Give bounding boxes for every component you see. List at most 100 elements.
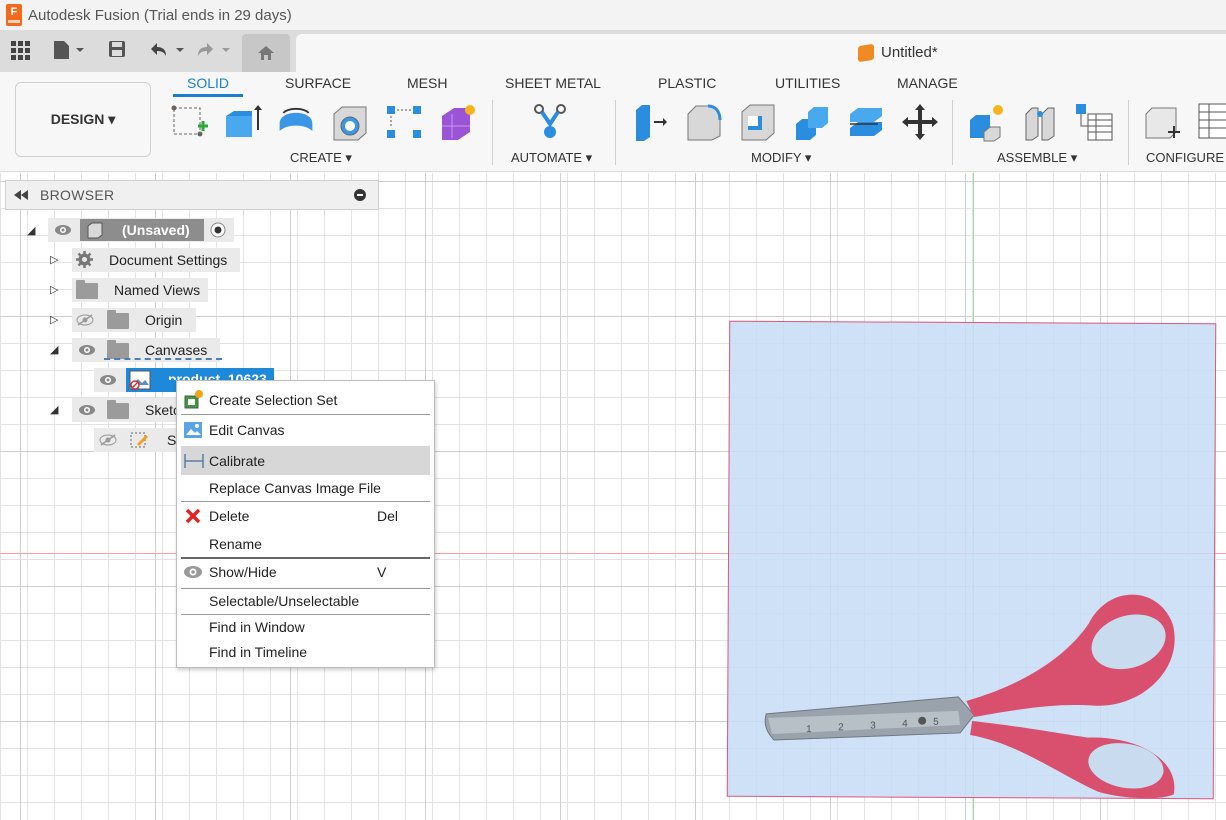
ribbon-separator [615, 100, 616, 165]
edit-canvas-icon [184, 422, 202, 438]
scissors-image: 1 2 3 4 5 [764, 594, 1175, 799]
joint-icon[interactable] [1020, 102, 1060, 142]
activate-radio-icon[interactable] [210, 222, 226, 238]
menu-item-edit-canvas[interactable]: Edit Canvas [181, 417, 430, 443]
tab-surface[interactable]: SURFACE [285, 75, 351, 91]
visibility-eye-icon[interactable] [78, 344, 96, 356]
save-icon[interactable] [108, 40, 126, 62]
menu-item-create-selection-set[interactable]: Create Selection Set [181, 387, 430, 413]
group-create-label[interactable]: CREATE ▾ [290, 150, 352, 166]
redo-icon[interactable] [196, 40, 234, 62]
delete-shortcut: Del [377, 508, 399, 524]
fillet-icon[interactable] [684, 102, 724, 142]
menu-item-calibrate[interactable]: Calibrate [181, 446, 430, 475]
menu-item-delete[interactable]: Delete Del [181, 503, 430, 529]
expand-root-icon[interactable]: ◢ [27, 224, 35, 237]
collapse-sketches-icon[interactable]: ◢ [50, 403, 58, 416]
file-menu-icon[interactable] [52, 40, 86, 62]
pattern-icon[interactable] [384, 102, 424, 142]
revolve-icon[interactable] [276, 102, 316, 142]
tree-label-named-views: Named Views [114, 282, 201, 298]
folder-icon [107, 340, 129, 359]
undo-icon[interactable] [148, 40, 186, 62]
configure-icon[interactable] [1142, 102, 1182, 142]
group-modify-label[interactable]: MODIFY ▾ [751, 150, 811, 166]
ruler-tick-1: 1 [806, 724, 812, 735]
collapse-browser-icon[interactable] [14, 190, 28, 200]
quick-access-toolbar: Untitled* [0, 30, 1226, 72]
group-automate-label[interactable]: AUTOMATE ▾ [511, 150, 592, 166]
apps-grid-icon[interactable] [10, 40, 30, 62]
ruler-tick-4: 4 [902, 719, 908, 730]
visibility-hidden-eye-icon[interactable] [99, 434, 117, 446]
window-title: Autodesk Fusion (Trial ends in 29 days) [28, 6, 292, 24]
tab-sheet-metal[interactable]: SHEET METAL [505, 75, 601, 91]
ruler-tick-5: 5 [933, 717, 939, 728]
menu-item-rename[interactable]: Rename [181, 531, 430, 557]
gear-icon [76, 251, 93, 268]
visibility-eye-icon[interactable] [54, 224, 72, 236]
workspace-switcher-button[interactable]: DESIGN ▾ [15, 82, 151, 157]
minimize-browser-icon[interactable] [354, 189, 366, 201]
press-pull-icon[interactable] [630, 102, 670, 142]
canvas-image-icon [129, 370, 151, 390]
visibility-hidden-eye-icon[interactable] [76, 314, 94, 326]
calibrate-ruler-icon [184, 453, 204, 468]
delete-x-icon [185, 508, 201, 524]
group-configure-label[interactable]: CONFIGURE [1146, 150, 1224, 165]
folder-icon [107, 310, 129, 329]
configuration-table-icon[interactable] [1196, 102, 1226, 142]
tab-mesh[interactable]: MESH [407, 75, 447, 91]
menu-item-find-in-timeline[interactable]: Find in Timeline [181, 639, 430, 665]
active-tab-indicator [173, 94, 243, 97]
ruler-tick-2: 2 [838, 722, 844, 733]
tree-label-origin: Origin [145, 312, 183, 328]
menu-item-show-hide[interactable]: Show/Hide V [181, 559, 430, 585]
extrude-icon[interactable] [222, 102, 262, 142]
tree-label-sketch-item: S [167, 432, 177, 448]
document-title: Untitled* [881, 44, 938, 61]
tab-utilities[interactable]: UTILITIES [775, 75, 840, 91]
form-icon[interactable] [438, 102, 478, 142]
show-hide-shortcut: V [377, 564, 387, 580]
visibility-eye-icon[interactable] [78, 404, 96, 416]
visibility-eye-icon [184, 566, 202, 578]
combine-icon[interactable] [792, 102, 832, 142]
expand-document-settings-icon[interactable]: ▷ [50, 253, 58, 266]
ribbon: DESIGN ▾ SOLID SURFACE MESH SHEET METAL … [0, 72, 1226, 172]
ruler-tick-3: 3 [870, 720, 876, 731]
bill-of-materials-icon[interactable] [1074, 102, 1114, 142]
ribbon-separator [1128, 100, 1129, 165]
menu-item-selectable-unselectable[interactable]: Selectable/Unselectable [181, 588, 430, 614]
menu-item-find-in-window[interactable]: Find in Window [181, 614, 430, 640]
collapse-canvases-icon[interactable]: ◢ [50, 343, 58, 356]
offset-face-icon[interactable] [846, 102, 886, 142]
tab-manage[interactable]: MANAGE [897, 75, 958, 91]
new-component-icon[interactable] [966, 102, 1006, 142]
sketch-icon [130, 432, 148, 448]
menu-separator [181, 414, 430, 415]
create-sketch-icon[interactable] [170, 102, 210, 142]
tab-solid[interactable]: SOLID [187, 75, 229, 91]
context-menu: Create Selection Set Edit Canvas Calibra… [176, 380, 435, 668]
component-icon [87, 222, 103, 239]
automate-icon[interactable] [530, 102, 570, 142]
expand-origin-icon[interactable]: ▷ [50, 313, 58, 326]
menu-item-replace-canvas-image-file[interactable]: Replace Canvas Image File [181, 475, 430, 501]
shell-icon[interactable] [738, 102, 778, 142]
root-component-label: (Unsaved) [122, 222, 190, 238]
move-copy-icon[interactable] [900, 102, 940, 142]
browser-header: BROWSER [5, 180, 379, 210]
hole-icon[interactable] [330, 102, 370, 142]
selection-set-icon [184, 390, 203, 409]
home-tab[interactable] [242, 34, 290, 72]
expand-named-views-icon[interactable]: ▷ [50, 283, 58, 296]
group-assemble-label[interactable]: ASSEMBLE ▾ [997, 150, 1077, 166]
visibility-eye-icon[interactable] [99, 374, 117, 386]
canvas-image-plane[interactable]: 1 2 3 4 5 [726, 320, 1217, 800]
browser-title: BROWSER [40, 187, 115, 203]
tree-label-sketches: Sketc [145, 402, 181, 418]
drag-drop-indicator [104, 358, 222, 360]
document-tab[interactable]: Untitled* [296, 34, 1226, 72]
tab-plastic[interactable]: PLASTIC [658, 75, 716, 91]
